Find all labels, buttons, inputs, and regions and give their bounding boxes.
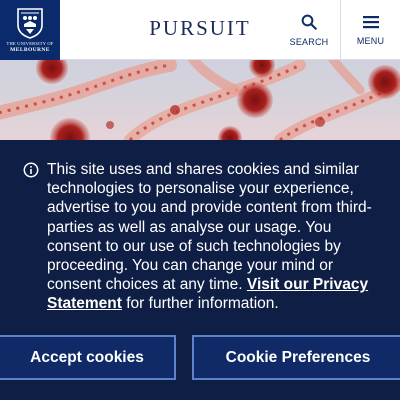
search-button[interactable]: SEARCH bbox=[279, 0, 339, 60]
site-brand-title[interactable]: PURSUIT bbox=[142, 16, 258, 41]
cookie-message: This site uses and shares cookies and si… bbox=[47, 160, 377, 314]
menu-button[interactable]: MENU bbox=[340, 0, 400, 60]
menu-label: MENU bbox=[356, 36, 385, 46]
cookie-message-suffix: for further information. bbox=[121, 295, 279, 313]
site-header: THE UNIVERSITY OF MELBOURNE PURSUIT SEAR… bbox=[0, 0, 400, 60]
hero-illustration bbox=[0, 60, 400, 140]
cookie-message-text: This site uses and shares cookies and si… bbox=[47, 161, 372, 294]
cookie-preferences-button[interactable]: Cookie Preferences bbox=[192, 335, 400, 380]
hero-image bbox=[0, 60, 400, 140]
search-icon bbox=[301, 14, 317, 30]
search-label: SEARCH bbox=[289, 37, 329, 47]
crest-icon bbox=[17, 8, 43, 39]
hamburger-menu-icon bbox=[362, 16, 379, 29]
accept-cookies-button[interactable]: Accept cookies bbox=[0, 335, 176, 380]
logo-line-1: THE UNIVERSITY OF bbox=[6, 41, 54, 46]
logo-line-2: MELBOURNE bbox=[10, 47, 50, 53]
university-logo[interactable]: THE UNIVERSITY OF MELBOURNE bbox=[0, 0, 60, 60]
info-icon bbox=[23, 162, 39, 178]
